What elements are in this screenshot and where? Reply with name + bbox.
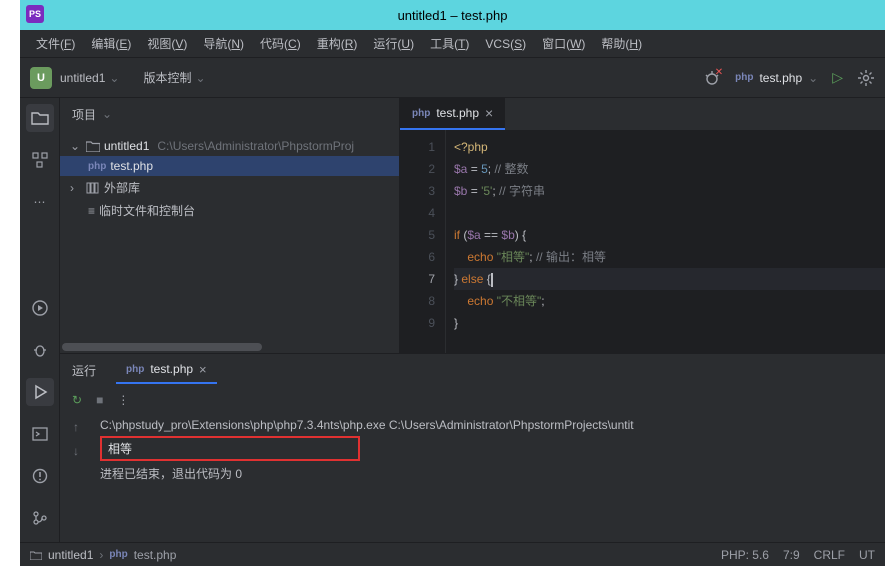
- tree-root[interactable]: ⌄ untitled1 C:\Users\Administrator\Phpst…: [60, 136, 399, 156]
- tree-file-test-php[interactable]: php test.php: [60, 156, 399, 176]
- vcs-tool-button[interactable]: [26, 504, 54, 532]
- terminal-tool-button[interactable]: [26, 420, 54, 448]
- console-output[interactable]: C:\phpstudy_pro\Extensions\php\php7.3.4n…: [92, 414, 885, 542]
- close-run-tab-icon[interactable]: ×: [199, 362, 207, 377]
- project-tree-panel: 项目⌄ ⌄ untitled1 C:\Users\Administrator\P…: [60, 98, 400, 353]
- menu-代码[interactable]: 代码(C): [252, 31, 309, 56]
- console-command: C:\phpstudy_pro\Extensions\php\php7.3.4n…: [100, 418, 877, 432]
- status-bar: untitled1 › php test.php PHP: 5.6 7:9 CR…: [20, 542, 885, 566]
- editor-gutter: 123456789: [400, 130, 446, 353]
- menu-编辑[interactable]: 编辑(E): [83, 31, 139, 56]
- close-tab-icon[interactable]: ×: [485, 105, 493, 121]
- left-tool-rail: ⋯: [20, 98, 60, 542]
- menu-bar: 文件(F)编辑(E)视图(V)导航(N)代码(C)重构(R)运行(U)工具(T)…: [20, 30, 885, 58]
- menu-运行[interactable]: 运行(U): [365, 31, 422, 56]
- run-config-selector[interactable]: php test.php ⌄: [735, 71, 818, 85]
- problems-tool-button[interactable]: [26, 462, 54, 490]
- folder-icon: [86, 140, 100, 152]
- run-tab-test-php[interactable]: php test.php ×: [116, 357, 217, 384]
- menu-工具[interactable]: 工具(T): [422, 31, 477, 56]
- editor-body[interactable]: <?php$a = 5; // 整数$b = '5'; // 字符串if ($a…: [446, 130, 885, 353]
- project-tool-button[interactable]: [26, 104, 54, 132]
- rerun-button[interactable]: ↻: [72, 393, 82, 407]
- menu-帮助[interactable]: 帮助(H): [593, 31, 650, 56]
- menu-窗口[interactable]: 窗口(W): [534, 31, 593, 56]
- window-title: untitled1 – test.php: [398, 8, 508, 23]
- run-tool-button[interactable]: [26, 378, 54, 406]
- status-line-sep[interactable]: CRLF: [814, 548, 845, 562]
- structure-tool-button[interactable]: [26, 146, 54, 174]
- menu-文件[interactable]: 文件(F): [28, 31, 83, 56]
- project-selector[interactable]: untitled1⌄: [60, 71, 119, 85]
- down-arrow-icon[interactable]: ↓: [73, 444, 79, 458]
- console-stdout: 相等: [100, 436, 360, 461]
- php-icon: php: [735, 72, 753, 83]
- php-icon: php: [109, 549, 127, 560]
- breadcrumb[interactable]: untitled1 › php test.php: [30, 548, 176, 562]
- vcs-selector[interactable]: 版本控制⌄: [143, 69, 205, 86]
- run-panel-title: 运行: [72, 362, 96, 379]
- editor-tabs: php test.php ×: [400, 98, 885, 130]
- folder-icon: [30, 550, 42, 560]
- menu-重构[interactable]: 重构(R): [309, 31, 366, 56]
- window-titlebar: PS untitled1 – test.php: [20, 0, 885, 30]
- menu-VCS[interactable]: VCS(S): [477, 33, 534, 55]
- tree-external-libs[interactable]: › 外部库: [60, 176, 399, 199]
- main-toolbar: U untitled1⌄ 版本控制⌄ ✕ php test.php ⌄ ▷: [20, 58, 885, 98]
- php-icon: php: [126, 364, 144, 375]
- status-php-version[interactable]: PHP: 5.6: [721, 548, 769, 562]
- horizontal-scrollbar[interactable]: [60, 341, 399, 353]
- status-caret-pos[interactable]: 7:9: [783, 548, 800, 562]
- status-encoding[interactable]: UT: [859, 548, 875, 562]
- menu-视图[interactable]: 视图(V): [139, 31, 195, 56]
- code-editor: php test.php × 123456789 <?php$a = 5; //…: [400, 98, 885, 353]
- settings-icon[interactable]: [857, 69, 875, 87]
- debug-tool-button[interactable]: [26, 336, 54, 364]
- app-icon: PS: [26, 5, 44, 23]
- up-arrow-icon[interactable]: ↑: [73, 420, 79, 434]
- scratch-icon: ≡: [88, 204, 95, 218]
- more-actions-icon[interactable]: ⋮: [117, 393, 129, 407]
- library-icon: [86, 182, 100, 194]
- project-panel-header[interactable]: 项目⌄: [60, 98, 399, 130]
- console-rail: ↑ ↓: [60, 414, 92, 542]
- run-panel: 运行 php test.php × ↻ ■ ⋮ ↑ ↓ C:\phpstudy_…: [60, 353, 885, 542]
- console-exit: 进程已结束，退出代码为 0: [100, 465, 877, 482]
- more-tool-button[interactable]: ⋯: [26, 188, 54, 216]
- php-icon: php: [88, 161, 106, 172]
- tree-scratches[interactable]: ≡ 临时文件和控制台: [60, 199, 399, 222]
- menu-导航[interactable]: 导航(N): [195, 31, 252, 56]
- services-tool-button[interactable]: [26, 294, 54, 322]
- run-button[interactable]: ▷: [832, 69, 843, 86]
- editor-tab-test-php[interactable]: php test.php ×: [400, 98, 505, 130]
- debug-icon[interactable]: ✕: [703, 69, 721, 87]
- stop-button[interactable]: ■: [96, 393, 103, 407]
- project-badge: U: [30, 67, 52, 89]
- php-icon: php: [412, 108, 430, 119]
